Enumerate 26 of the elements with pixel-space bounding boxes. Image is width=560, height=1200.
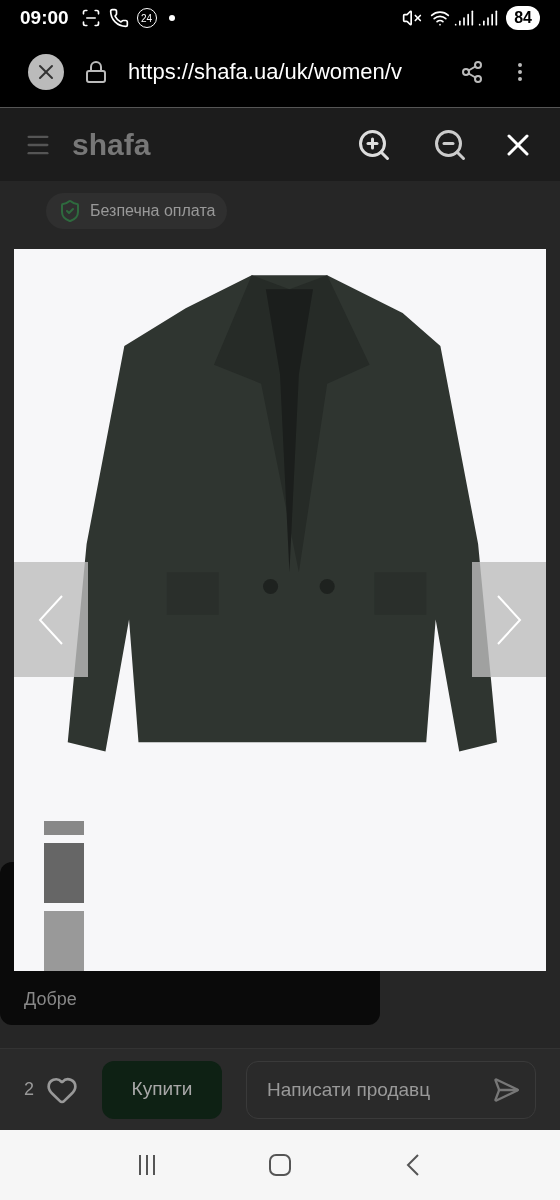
- buy-button[interactable]: Купити: [102, 1060, 222, 1119]
- screenshot-icon: [80, 8, 101, 28]
- clock: 09:00: [20, 5, 69, 30]
- chevron-left-icon: [38, 594, 64, 645]
- phone-icon: [108, 8, 129, 28]
- signal-icon: [454, 8, 475, 28]
- signal-icon: [478, 8, 499, 28]
- home-icon[interactable]: [268, 1153, 292, 1177]
- mute-icon: [402, 8, 423, 28]
- wifi-icon: [430, 8, 451, 28]
- shield-check-icon: [58, 199, 82, 223]
- url-text[interactable]: https://shafa.ua/uk/women/v: [128, 55, 428, 88]
- likes-count: 2: [24, 1078, 34, 1101]
- send-icon[interactable]: [492, 1075, 520, 1104]
- thumbnail-photo[interactable]: [44, 843, 84, 903]
- message-field[interactable]: Написати продавц: [246, 1060, 536, 1119]
- chevron-right-icon: [496, 594, 522, 645]
- tooltip-text: Добре: [24, 988, 77, 1011]
- lock-icon: [84, 59, 108, 84]
- thumbnail-photo[interactable]: [44, 821, 84, 835]
- site-logo[interactable]: shafa: [72, 122, 151, 167]
- thumbnail-photo[interactable]: [44, 911, 84, 971]
- battery-level: 84: [506, 6, 540, 30]
- secure-payment-badge: Безпечна оплата: [46, 193, 228, 229]
- share-icon[interactable]: [460, 59, 484, 84]
- close-button[interactable]: [28, 53, 64, 90]
